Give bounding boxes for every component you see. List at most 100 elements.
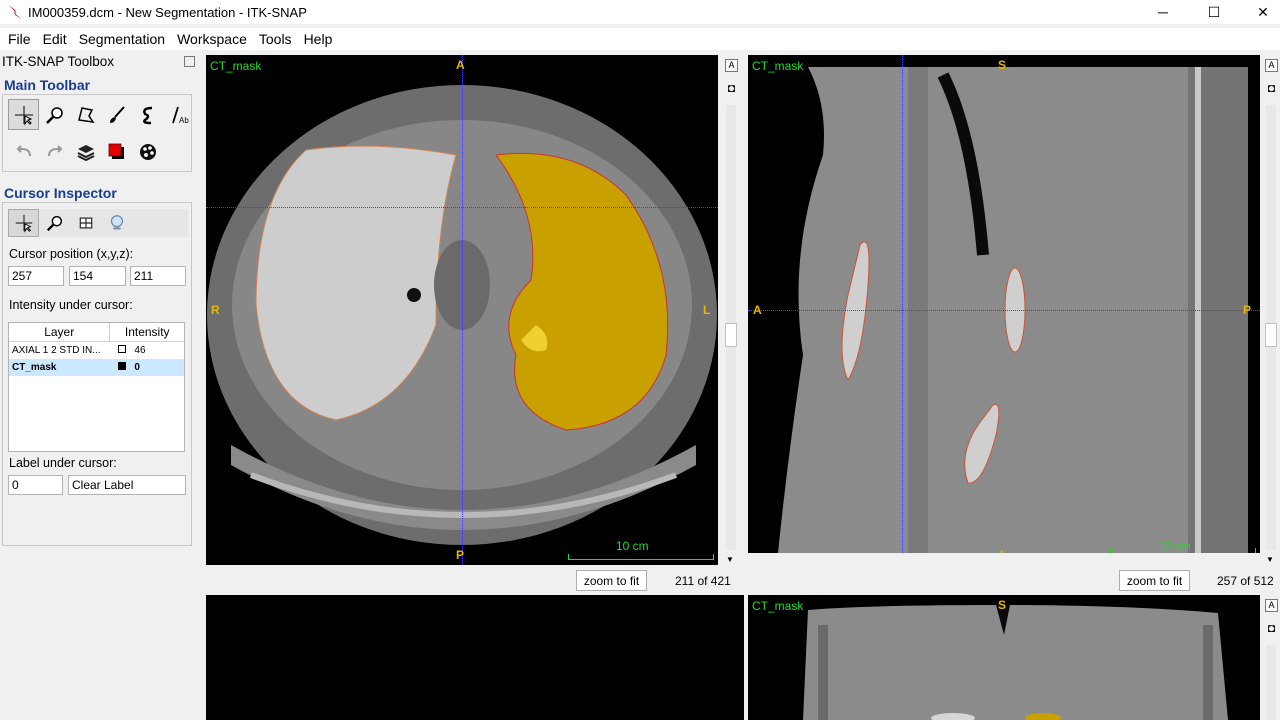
scroll-down-icon[interactable]: ▼ [726, 555, 734, 564]
crosshair-horizontal [748, 310, 1260, 311]
axial-side-strip: A ◘ ▼ [722, 55, 740, 565]
magnifier-icon [46, 215, 62, 232]
inspector-tab-cursor[interactable] [8, 209, 39, 237]
cursor-position-label: Cursor position (x,y,z): [9, 247, 134, 261]
cursor-inspector-title: Cursor Inspector [4, 185, 117, 201]
sagittal-ct-image [778, 67, 1248, 553]
inspector-tabs [8, 209, 188, 237]
sagittal-slice-number: 257 of 512 [1217, 574, 1274, 588]
orientation-left: A [753, 303, 762, 317]
undo-button[interactable] [8, 136, 39, 167]
scale-bar [1110, 548, 1256, 553]
camera-icon[interactable]: ◘ [1265, 82, 1278, 96]
inspector-tab-zoom[interactable] [39, 209, 70, 237]
menu-edit[interactable]: Edit [37, 29, 73, 49]
label-under-cursor-label: Label under cursor: [9, 456, 117, 470]
palette-button[interactable] [132, 136, 163, 167]
orientation-top: A [456, 58, 465, 72]
annotation-toggle-icon[interactable]: A [1265, 59, 1278, 72]
color-swatch [118, 362, 127, 370]
menu-workspace[interactable]: Workspace [171, 29, 253, 49]
layer-label: CT_mask [210, 59, 262, 73]
layer-name: CT_mask [12, 362, 57, 373]
layer-name: AXIAL 1 2 STD IN... [12, 345, 101, 356]
annotation-toggle-icon[interactable]: A [725, 59, 738, 72]
coronal-side-strip: A ◘ [1262, 595, 1280, 720]
zoom-tool-button[interactable] [39, 99, 70, 130]
sagittal-view[interactable]: CT_mask S I A P 10 cm [748, 55, 1260, 553]
menu-tools[interactable]: Tools [253, 29, 298, 49]
crosshair-vertical [462, 55, 463, 565]
undock-icon[interactable] [184, 56, 195, 67]
annotation-toggle-icon[interactable]: A [1265, 599, 1278, 612]
main-toolbar-title: Main Toolbar [4, 77, 91, 93]
label-color-button[interactable] [101, 136, 132, 167]
inspector-tab-layout[interactable] [70, 209, 101, 237]
paintbrush-icon [109, 105, 125, 123]
crosshair-tool-button[interactable] [8, 99, 39, 130]
cursor-y-field[interactable]: 154 [69, 266, 126, 286]
close-button[interactable]: ✕ [1240, 0, 1280, 24]
coronal-ct-image [803, 605, 1228, 720]
svg-text:Ab: Ab [179, 116, 189, 125]
layer-intensity-table: Layer Intensity AXIAL 1 2 STD IN... 46 C… [8, 322, 185, 452]
column-header-layer: Layer [9, 323, 111, 341]
crosshair-vertical [902, 55, 903, 553]
orientation-bottom: I [1000, 548, 1003, 553]
sagittal-side-strip: A ◘ ▼ [1262, 55, 1280, 565]
layer-label: CT_mask [752, 59, 804, 73]
polygon-icon [77, 106, 95, 123]
toolbox-title: ITK-SNAP Toolbox [2, 54, 115, 69]
cursor-z-field[interactable]: 211 [130, 266, 186, 286]
orientation-bottom: P [456, 548, 465, 562]
layers-button[interactable] [70, 136, 101, 167]
table-row[interactable]: CT_mask 0 [9, 359, 184, 376]
snake-tool-button[interactable] [132, 99, 163, 130]
paintbrush-tool-button[interactable] [101, 99, 132, 130]
cursor-x-field[interactable]: 257 [8, 266, 64, 286]
brain-3d-icon [110, 215, 123, 230]
annotation-tool-button[interactable]: Ab [163, 99, 194, 130]
axial-zoom-to-fit-button[interactable]: zoom to fit [576, 570, 647, 591]
orientation-right: L [703, 303, 711, 317]
menu-file[interactable]: File [2, 29, 37, 49]
maximize-button[interactable]: ☐ [1191, 0, 1237, 24]
3d-view[interactable] [206, 595, 744, 720]
main-tools-row: Ab [8, 99, 198, 130]
menu-segmentation[interactable]: Segmentation [73, 29, 171, 49]
scroll-down-icon[interactable]: ▼ [1266, 555, 1274, 564]
orientation-top: S [998, 598, 1007, 612]
label-name-field[interactable]: Clear Label [68, 475, 186, 495]
inspector-tab-3d[interactable] [101, 209, 132, 237]
orientation-left: R [211, 303, 220, 317]
toolbox-panel: ITK-SNAP Toolbox Main Toolbar Ab Cursor … [0, 52, 196, 720]
label-value-field[interactable]: 0 [8, 475, 63, 495]
minimize-button[interactable]: ─ [1140, 0, 1186, 24]
slice-scroll-thumb[interactable] [1265, 323, 1277, 347]
axial-view[interactable]: CT_mask A P R L 10 cm [206, 55, 718, 565]
axial-slice-number: 211 of 421 [675, 574, 731, 588]
sagittal-zoom-to-fit-button[interactable]: zoom to fit [1119, 570, 1190, 591]
scale-bar-label: 10 cm [616, 539, 649, 553]
redo-button[interactable] [39, 136, 70, 167]
window-title: IM000359.dcm - New Segmentation - ITK-SN… [28, 4, 307, 20]
polygon-tool-button[interactable] [70, 99, 101, 130]
menu-help[interactable]: Help [298, 29, 339, 49]
slice-scroll-thumb[interactable] [725, 323, 737, 347]
camera-icon[interactable]: ◘ [725, 82, 738, 96]
crosshair-horizontal [206, 207, 718, 208]
snake-icon [142, 106, 152, 124]
magnifier-icon [45, 106, 63, 124]
coronal-view[interactable]: CT_mask S [748, 595, 1260, 720]
action-tools-row [8, 136, 198, 167]
title-bar: IM000359.dcm - New Segmentation - ITK-SN… [0, 0, 1280, 24]
camera-icon[interactable]: ◘ [1265, 622, 1278, 636]
scale-bar [568, 554, 714, 560]
color-swatch [118, 345, 127, 353]
table-row[interactable]: AXIAL 1 2 STD IN... 46 [9, 342, 184, 359]
label-color-icon [108, 143, 124, 159]
crosshair-icon [14, 105, 33, 126]
intensity-cell: 46 [110, 345, 184, 356]
slice-scrollbar[interactable] [1266, 645, 1276, 720]
annotation-icon: Ab [171, 106, 189, 125]
